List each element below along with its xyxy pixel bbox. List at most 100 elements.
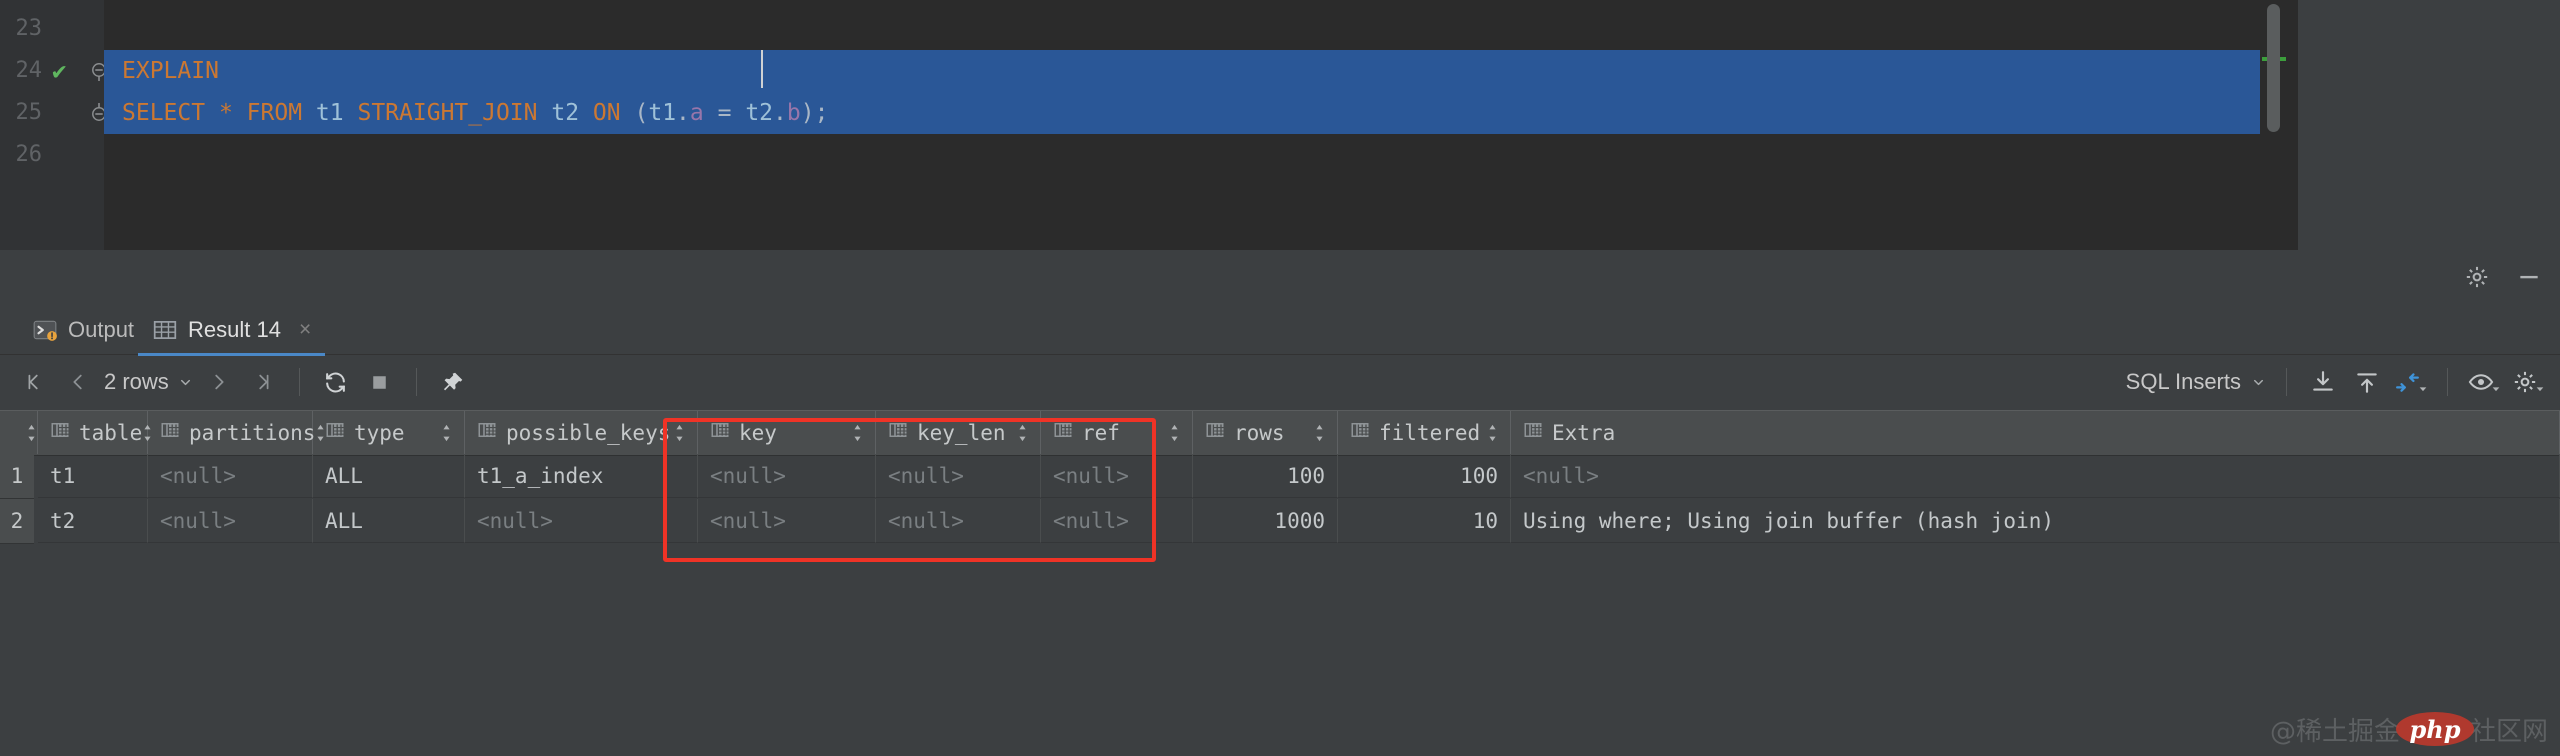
grid-settings-button[interactable] (2506, 360, 2550, 404)
sort-indicator-icon[interactable] (852, 424, 863, 442)
cell-type[interactable]: ALL (313, 499, 465, 543)
sql-editor[interactable]: 23 24 ✔ 25 26 EXPLAIN SELECT * FROM t1 STRAIG… (0, 0, 2560, 250)
results-toolbar[interactable]: 2 rows SQL Inserts (0, 354, 2560, 410)
column-header-possible_keys[interactable]: possible_keys (465, 411, 698, 454)
cell-key[interactable]: <null> (698, 454, 876, 498)
column-header-key[interactable]: key (698, 411, 876, 454)
stop-button[interactable] (358, 360, 402, 404)
settings-gear-icon[interactable] (2464, 264, 2490, 290)
table-row[interactable]: 1 t1 <null> ALL t1_a_index <null> <null> <null>… (0, 454, 2560, 499)
cell-Extra[interactable]: Using where; Using join buffer (hash joi… (1511, 499, 2560, 543)
first-page-button[interactable] (12, 360, 56, 404)
sort-indicator-icon[interactable] (674, 424, 685, 442)
cell-rows[interactable]: 100 (1193, 454, 1338, 498)
row-number[interactable]: 2 (0, 499, 34, 544)
result-grid[interactable]: table partitions type possible_keys key key_l… (0, 410, 2560, 756)
line-number: 26 (15, 142, 43, 167)
gutter-line[interactable]: 24 ✔ (0, 50, 106, 92)
cell-value: 100 (1460, 463, 1498, 488)
column-type-icon (50, 420, 70, 445)
sql-inserts-dropdown[interactable]: SQL Inserts (2126, 369, 2272, 395)
column-header-type[interactable]: type (313, 411, 465, 454)
tab-result-14[interactable]: Result 14 × (138, 306, 326, 356)
code-line[interactable] (104, 134, 122, 176)
column-header-Extra[interactable]: Extra (1511, 411, 2560, 454)
gutter-line[interactable]: 26 (0, 134, 104, 176)
code-line[interactable] (104, 8, 122, 50)
editor-right-empty-pane (2298, 0, 2560, 250)
tab-close-icon[interactable]: × (299, 318, 311, 342)
grid-header-row[interactable]: table partitions type possible_keys key key_l… (0, 410, 2560, 456)
cell-type[interactable]: ALL (313, 454, 465, 498)
table-row[interactable]: 2 t2 <null> ALL <null> <null> <null> <null> 1000… (0, 499, 2560, 544)
next-page-button[interactable] (197, 360, 241, 404)
cell-possible_keys[interactable]: t1_a_index (465, 454, 698, 498)
previous-page-button[interactable] (56, 360, 100, 404)
cell-table[interactable]: t2 (38, 499, 148, 543)
sort-indicator-icon[interactable] (1017, 424, 1028, 442)
code-line[interactable]: EXPLAIN (104, 50, 2260, 92)
cell-key_len[interactable]: <null> (876, 454, 1041, 498)
token-op (621, 100, 635, 126)
sort-indicator-icon[interactable] (1314, 424, 1325, 442)
gutter-line[interactable]: 23 (0, 8, 104, 50)
cell-possible_keys[interactable]: <null> (465, 499, 698, 543)
chevron-down-icon (180, 379, 190, 385)
column-type-icon (325, 420, 345, 445)
cell-value: <null> (1523, 463, 1599, 488)
data-extractor-button[interactable] (2389, 360, 2433, 404)
cell-value: <null> (477, 508, 553, 533)
token-punc: . (676, 100, 690, 126)
editor-scrollbar-thumb[interactable] (2267, 4, 2280, 132)
row-number[interactable]: 1 (0, 454, 34, 499)
column-header-partitions[interactable]: partitions (148, 411, 324, 454)
column-header-label: possible_keys (506, 420, 671, 445)
line-number: 25 (15, 100, 43, 125)
results-tab-bar[interactable]: Output Result 14 × (0, 306, 2560, 356)
token-punc: ) (800, 100, 815, 126)
cell-filtered[interactable]: 10 (1338, 499, 1511, 543)
cell-partitions[interactable]: <null> (148, 499, 313, 543)
cell-key_len[interactable]: <null> (876, 499, 1041, 543)
token-op (302, 100, 316, 126)
editor-body[interactable]: 23 24 ✔ 25 26 EXPLAIN SELECT * FROM t1 STRAIG… (0, 0, 2290, 250)
minimize-icon[interactable] (2516, 264, 2542, 290)
last-page-button[interactable] (241, 360, 285, 404)
view-options-button[interactable] (2462, 360, 2506, 404)
column-header-table[interactable]: table (38, 411, 151, 454)
cell-rows[interactable]: 1000 (1193, 499, 1338, 543)
editor-gutter[interactable]: 23 24 ✔ 25 26 (0, 0, 106, 250)
column-header-key_len[interactable]: key_len (876, 411, 1041, 454)
cell-ref[interactable]: <null> (1041, 499, 1193, 543)
cell-key[interactable]: <null> (698, 499, 876, 543)
pin-tab-button[interactable] (431, 360, 475, 404)
token-col: a (689, 100, 704, 126)
reload-button[interactable] (314, 360, 358, 404)
sort-indicator-icon[interactable] (441, 424, 452, 442)
token-tbl: t2 (551, 100, 580, 126)
row-count-dropdown[interactable]: 2 rows (100, 369, 197, 395)
cell-partitions[interactable]: <null> (148, 454, 313, 498)
sort-indicator-icon (26, 424, 37, 442)
import-data-button[interactable] (2345, 360, 2389, 404)
column-type-icon (1205, 420, 1225, 445)
code-line[interactable]: SELECT * FROM t1 STRAIGHT_JOIN t2 ON (t1… (104, 92, 2260, 134)
cell-filtered[interactable]: 100 (1338, 454, 1511, 498)
export-data-button[interactable] (2301, 360, 2345, 404)
row-number-header[interactable] (0, 411, 38, 454)
sort-indicator-icon[interactable] (1169, 424, 1180, 442)
cell-value: ALL (325, 508, 363, 533)
code-area[interactable]: EXPLAIN SELECT * FROM t1 STRAIGHT_JOIN t2… (104, 0, 2290, 250)
cell-value: Using where; Using join buffer (hash joi… (1523, 508, 2055, 533)
sort-indicator-icon[interactable] (1487, 424, 1498, 442)
tab-output[interactable]: Output (18, 306, 148, 353)
column-header-rows[interactable]: rows (1193, 411, 1338, 454)
cell-ref[interactable]: <null> (1041, 454, 1193, 498)
gutter-line[interactable]: 25 (0, 92, 106, 134)
token-tbl: t2 (745, 100, 774, 126)
cell-Extra[interactable]: <null> (1511, 454, 2560, 498)
statement-ok-check-icon[interactable]: ✔ (52, 50, 66, 92)
column-header-ref[interactable]: ref (1041, 411, 1193, 454)
cell-table[interactable]: t1 (38, 454, 148, 498)
column-header-filtered[interactable]: filtered (1338, 411, 1511, 454)
